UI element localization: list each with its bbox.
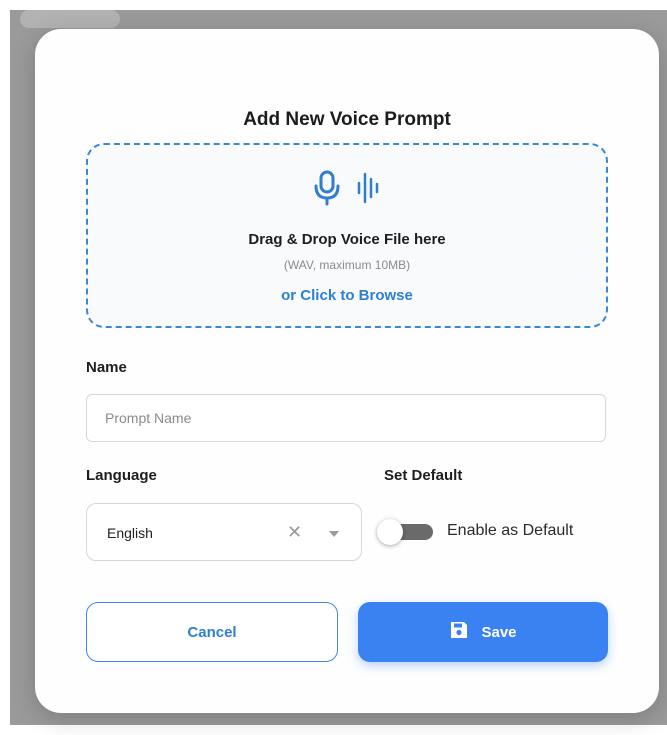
language-select[interactable]: English ✕ bbox=[86, 503, 362, 561]
file-dropzone[interactable]: Drag & Drop Voice File here (WAV, maximu… bbox=[86, 143, 608, 328]
close-icon[interactable]: ✕ bbox=[287, 522, 302, 542]
name-label: Name bbox=[86, 359, 127, 376]
add-voice-prompt-modal: Add New Voice Prompt Drag & Drop Voice F… bbox=[35, 29, 659, 713]
browse-link[interactable]: or Click to Browse bbox=[88, 287, 606, 304]
modal-title: Add New Voice Prompt bbox=[243, 109, 451, 130]
enable-default-label: Enable as Default bbox=[447, 522, 574, 539]
save-button[interactable]: Save bbox=[358, 602, 608, 662]
language-selected-value: English bbox=[107, 525, 153, 541]
dropzone-icons bbox=[88, 169, 606, 211]
save-button-label: Save bbox=[481, 623, 517, 641]
cancel-button[interactable]: Cancel bbox=[86, 602, 338, 662]
dropzone-file-hint: (WAV, maximum 10MB) bbox=[283, 258, 411, 272]
microphone-icon bbox=[314, 170, 340, 211]
backdrop-placeholder bbox=[20, 10, 120, 28]
caret-down-icon[interactable] bbox=[329, 531, 339, 537]
language-label: Language bbox=[86, 467, 157, 484]
default-toggle[interactable] bbox=[377, 519, 433, 545]
cancel-button-label: Cancel bbox=[187, 623, 237, 641]
audio-wave-icon bbox=[356, 171, 380, 210]
prompt-name-input[interactable] bbox=[86, 394, 606, 442]
set-default-label: Set Default bbox=[384, 467, 463, 484]
dropzone-instruction: Drag & Drop Voice File here bbox=[248, 231, 446, 248]
floppy-disk-icon bbox=[449, 620, 469, 644]
toggle-knob bbox=[377, 519, 403, 545]
